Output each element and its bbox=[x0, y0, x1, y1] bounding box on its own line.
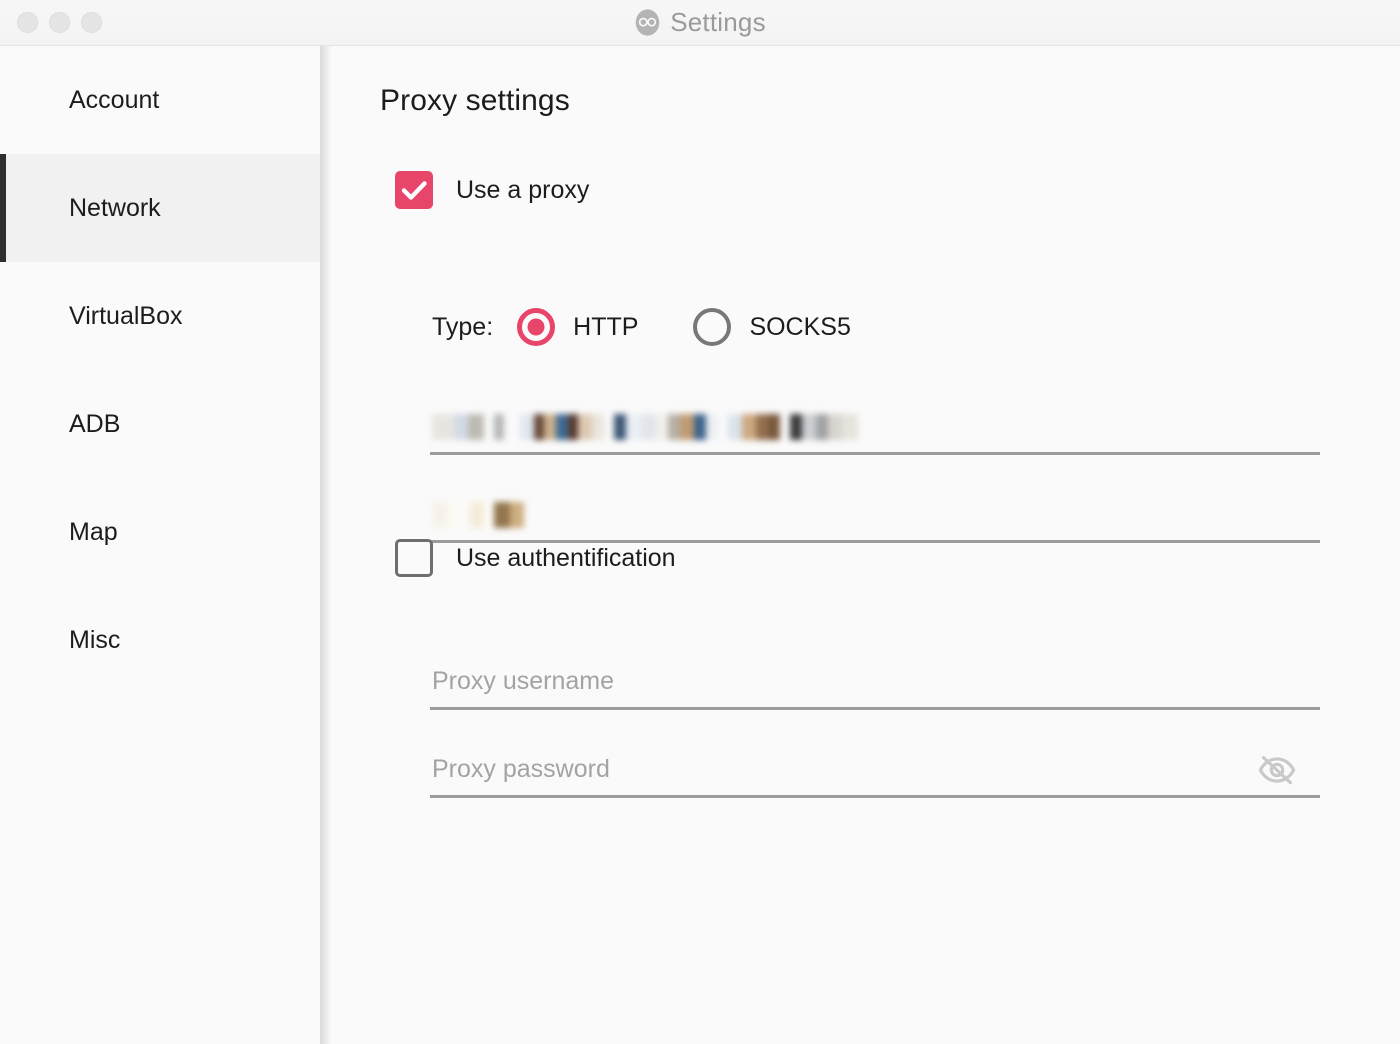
sidebar-item-label: Map bbox=[69, 517, 118, 546]
use-authentication-row[interactable]: Use authentification bbox=[395, 539, 676, 577]
proxy-port-field[interactable] bbox=[430, 489, 1320, 543]
proxy-port-redacted-value bbox=[432, 498, 524, 532]
use-proxy-checkbox[interactable] bbox=[395, 171, 433, 209]
sidebar-item-map[interactable]: Map bbox=[0, 478, 320, 586]
title-bar-center: Settings bbox=[0, 0, 1400, 45]
proxy-address-redacted-value bbox=[432, 410, 858, 444]
title-bar: Settings bbox=[0, 0, 1400, 46]
http-radio-label: HTTP bbox=[573, 312, 639, 341]
proxy-password-input[interactable] bbox=[430, 744, 1320, 795]
zoom-button[interactable] bbox=[81, 12, 102, 33]
minimize-button[interactable] bbox=[49, 12, 70, 33]
proxy-settings-panel: Proxy settings Use a proxy Type: HTTP SO… bbox=[320, 46, 1400, 1044]
genymotion-logo-icon bbox=[635, 9, 660, 36]
sidebar-item-label: Account bbox=[69, 85, 160, 114]
proxy-address-field[interactable] bbox=[430, 401, 1320, 455]
window-title: Settings bbox=[670, 7, 766, 37]
sidebar-item-label: Network bbox=[69, 193, 161, 222]
close-button[interactable] bbox=[17, 12, 38, 33]
sidebar-item-virtualbox[interactable]: VirtualBox bbox=[0, 262, 320, 370]
use-proxy-label: Use a proxy bbox=[456, 175, 590, 204]
sidebar-item-misc[interactable]: Misc bbox=[0, 586, 320, 694]
sidebar-item-label: VirtualBox bbox=[69, 301, 183, 330]
eye-off-icon[interactable] bbox=[1258, 754, 1296, 786]
use-proxy-row[interactable]: Use a proxy bbox=[395, 171, 589, 209]
settings-window: Settings Account Network VirtualBox ADB … bbox=[0, 0, 1400, 1044]
proxy-type-label: Type: bbox=[432, 312, 494, 341]
sidebar-item-label: Misc bbox=[69, 625, 121, 654]
socks5-radio[interactable] bbox=[693, 308, 732, 346]
page-title: Proxy settings bbox=[380, 84, 570, 117]
use-authentication-label: Use authentification bbox=[456, 543, 676, 572]
use-authentication-checkbox[interactable] bbox=[395, 539, 433, 577]
proxy-username-field[interactable] bbox=[430, 656, 1320, 710]
proxy-password-field[interactable] bbox=[430, 744, 1320, 798]
sidebar-item-adb[interactable]: ADB bbox=[0, 370, 320, 478]
proxy-username-input[interactable] bbox=[430, 656, 1320, 707]
sidebar-item-network[interactable]: Network bbox=[0, 154, 320, 262]
sidebar-item-account[interactable]: Account bbox=[0, 46, 320, 154]
socks5-radio-label: SOCKS5 bbox=[749, 312, 851, 341]
window-controls bbox=[17, 12, 102, 33]
sidebar-item-label: ADB bbox=[69, 409, 121, 438]
radio-option-http[interactable]: HTTP bbox=[517, 308, 638, 346]
window-body: Account Network VirtualBox ADB Map Misc … bbox=[0, 46, 1400, 1044]
radio-option-socks5[interactable]: SOCKS5 bbox=[693, 308, 851, 346]
checkmark-icon bbox=[401, 181, 427, 200]
http-radio[interactable] bbox=[517, 308, 556, 346]
proxy-type-group: Type: HTTP SOCKS5 bbox=[432, 308, 851, 346]
settings-sidebar: Account Network VirtualBox ADB Map Misc bbox=[0, 46, 320, 1044]
